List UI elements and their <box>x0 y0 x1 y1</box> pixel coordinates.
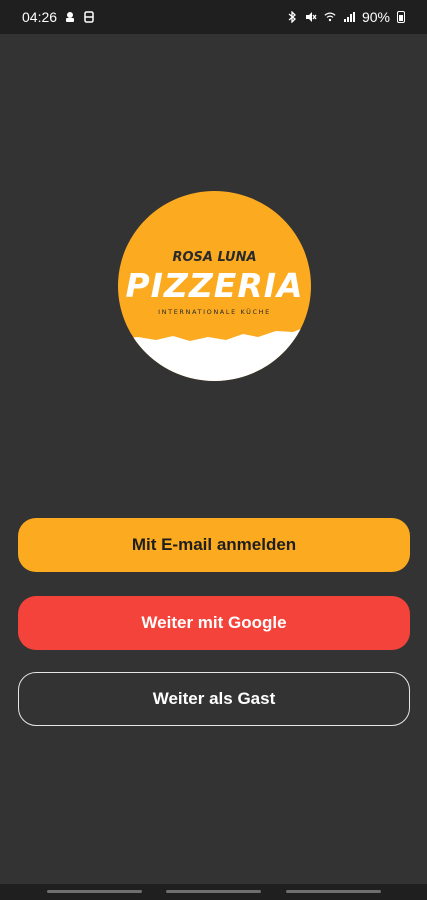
b-icon <box>83 11 95 23</box>
logo-line1: ROSA LUNA <box>172 250 256 265</box>
status-left: 04:26 <box>22 9 95 25</box>
email-login-button[interactable]: Mit E-mail anmelden <box>18 518 410 572</box>
signal-icon <box>343 11 355 23</box>
bluetooth-icon <box>286 11 298 23</box>
battery-percent: 90% <box>361 9 390 25</box>
notification-icon <box>64 11 76 23</box>
logo-line3: INTERNATIONALE KÜCHE <box>158 307 271 316</box>
status-bar: 04:26 90% <box>0 0 427 34</box>
nav-recents-button[interactable] <box>47 890 142 893</box>
mute-icon <box>305 11 317 23</box>
logo-line2: PIZZERIA <box>125 266 303 305</box>
google-login-label: Weiter mit Google <box>141 613 287 632</box>
nav-home-button[interactable] <box>166 890 261 893</box>
google-login-button[interactable]: Weiter mit Google <box>18 596 410 650</box>
guest-continue-button[interactable]: Weiter als Gast <box>18 672 410 726</box>
email-login-label: Mit E-mail anmelden <box>131 535 297 554</box>
status-time: 04:26 <box>22 9 58 25</box>
navigation-bar <box>0 884 427 900</box>
nav-back-button[interactable] <box>286 890 381 893</box>
battery-icon <box>397 11 405 23</box>
guest-continue-label: Weiter als Gast <box>152 689 276 708</box>
wifi-icon <box>324 11 336 23</box>
status-right: 90% <box>286 9 405 25</box>
pizzeria-logo: ROSA LUNA PIZZERIA INTERNATIONALE KÜCHE <box>118 191 311 381</box>
